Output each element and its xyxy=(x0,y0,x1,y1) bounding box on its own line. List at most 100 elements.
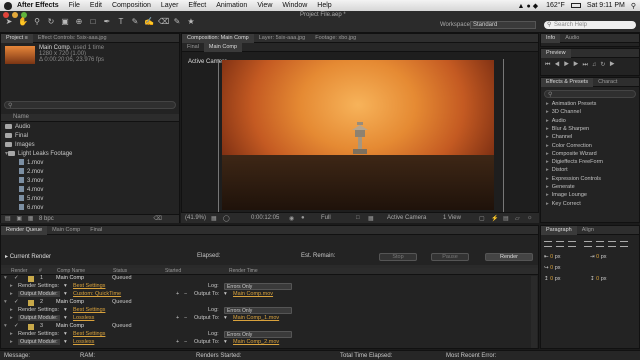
last-frame-icon[interactable]: ⏭ xyxy=(582,62,591,68)
clone-tool-icon[interactable]: ✍ xyxy=(144,17,154,27)
list-item[interactable]: Final xyxy=(5,132,28,141)
apple-icon[interactable] xyxy=(4,1,12,10)
list-item[interactable]: 4.mov xyxy=(19,186,43,195)
tab-info[interactable]: Info xyxy=(541,33,561,43)
list-item[interactable]: 3D Channel xyxy=(546,108,581,116)
pixel-aspect-icon[interactable]: ▢ xyxy=(479,215,485,222)
battery-icon[interactable] xyxy=(570,3,581,8)
disclosure-icon[interactable]: ▸ xyxy=(10,291,13,297)
list-item[interactable]: 1.mov xyxy=(19,159,43,168)
disclosure-icon[interactable]: ▸ xyxy=(10,307,13,313)
menu-edit[interactable]: Edit xyxy=(90,2,102,9)
roto-brush-tool-icon[interactable]: ✎ xyxy=(172,17,182,27)
log-select[interactable]: Errors Only xyxy=(224,283,292,290)
current-time[interactable]: 0:00:12:05 xyxy=(251,215,279,221)
tab-effect-controls[interactable]: Effect Controls: 5six-aaa.jpg xyxy=(33,34,112,43)
label-color-swatch[interactable] xyxy=(28,276,34,282)
magnification-select[interactable]: (41.9%) xyxy=(185,215,206,221)
column-comp-name[interactable]: Comp Name xyxy=(57,268,85,274)
tab-project[interactable]: Project ≡ xyxy=(1,33,33,43)
ram-preview-icon[interactable]: ▶ xyxy=(609,62,618,68)
rotate-tool-icon[interactable]: ↻ xyxy=(46,17,56,27)
add-output-icon[interactable]: + xyxy=(176,315,179,321)
status-icons[interactable]: ▲●◆ xyxy=(518,2,541,10)
subtab-final[interactable]: Final xyxy=(182,43,204,52)
list-item[interactable]: Images xyxy=(5,141,35,150)
exposure-icon[interactable]: ☼ xyxy=(527,215,533,221)
dropdown-icon[interactable]: ▾ xyxy=(64,331,67,337)
column-render-time[interactable]: Render Time xyxy=(229,268,258,274)
list-item[interactable]: Animation Presets xyxy=(546,100,597,108)
timeline-icon[interactable]: ▤ xyxy=(503,215,509,222)
puppet-tool-icon[interactable]: ★ xyxy=(186,17,196,27)
add-output-icon[interactable]: + xyxy=(176,339,179,345)
remove-output-icon[interactable]: − xyxy=(184,339,187,345)
subtab-main-comp[interactable]: Main Comp xyxy=(203,42,243,52)
resolution-select[interactable]: Full xyxy=(321,215,331,221)
list-item[interactable]: 6.mov xyxy=(19,204,43,213)
pause-button[interactable]: Pause xyxy=(431,253,469,261)
render-item-row[interactable]: ▾ ✓ 3 Main Comp Queued xyxy=(0,323,538,331)
label-color-swatch[interactable] xyxy=(28,300,34,306)
disclosure-open-icon[interactable]: ▾ xyxy=(4,323,7,329)
list-item[interactable]: Key Correct xyxy=(546,200,581,208)
render-settings-link[interactable]: Best Settings xyxy=(73,307,105,313)
justify-right-icon[interactable] xyxy=(608,241,616,247)
list-item[interactable]: Distort xyxy=(546,166,568,174)
align-left-icon[interactable] xyxy=(544,241,552,247)
eraser-tool-icon[interactable]: ⌫ xyxy=(158,17,169,27)
mask-tool-icon[interactable]: □ xyxy=(88,17,98,27)
camera-tool-icon[interactable]: ▣ xyxy=(60,17,70,27)
dropdown-icon[interactable]: ▾ xyxy=(64,291,67,297)
brush-tool-icon[interactable]: ✎ xyxy=(130,17,140,27)
snapshot-icon[interactable]: ◉ xyxy=(289,215,294,222)
align-center-icon[interactable] xyxy=(556,241,564,247)
log-select[interactable]: Errors Only xyxy=(224,307,292,314)
list-item[interactable]: Audio xyxy=(546,117,566,125)
fast-previews-icon[interactable]: ⚡ xyxy=(491,215,498,222)
list-item[interactable]: 3.mov xyxy=(19,177,43,186)
spotlight-icon[interactable]: ⚲ xyxy=(631,2,636,10)
selection-tool-icon[interactable]: ➤ xyxy=(4,17,14,27)
flowchart-icon[interactable]: ▱ xyxy=(515,215,520,222)
render-button[interactable]: Render xyxy=(485,253,533,261)
composition-image[interactable] xyxy=(222,60,494,210)
justify-left-icon[interactable] xyxy=(584,241,592,247)
log-select[interactable]: Errors Only xyxy=(224,331,292,338)
output-to-link[interactable]: Main Comp_1.mov xyxy=(233,315,279,321)
trash-icon[interactable]: ⌫ xyxy=(153,216,161,222)
list-item[interactable]: Color Correction xyxy=(546,142,592,150)
tab-layer[interactable]: Layer: 5six-aaa.jpg xyxy=(254,34,310,43)
menu-composition[interactable]: Composition xyxy=(112,2,151,9)
menu-animation[interactable]: Animation xyxy=(216,2,247,9)
tab-paragraph[interactable]: Paragraph xyxy=(541,225,577,235)
project-search-input[interactable]: ⚲ xyxy=(4,101,176,109)
list-item[interactable]: Generate xyxy=(546,183,575,191)
output-to-link[interactable]: Main Comp.mov xyxy=(233,291,273,297)
tab-render-queue[interactable]: Render Queue xyxy=(1,225,48,235)
list-item[interactable]: Image Lounge xyxy=(546,191,587,199)
menu-effect[interactable]: Effect xyxy=(188,2,206,9)
list-item[interactable]: 5.mov xyxy=(19,195,43,204)
first-frame-icon[interactable]: ⏮ xyxy=(545,62,554,68)
column-status[interactable]: Status xyxy=(113,268,127,274)
show-channel-icon[interactable]: ● xyxy=(301,215,305,221)
add-output-icon[interactable]: + xyxy=(176,291,179,297)
list-item[interactable]: Expression Controls xyxy=(546,175,601,183)
space-after-field[interactable]: ↧ 0 px xyxy=(590,276,607,282)
menu-app[interactable]: After Effects xyxy=(17,2,59,9)
list-item[interactable]: 2.mov xyxy=(19,168,43,177)
grid-icon[interactable]: ▦ xyxy=(211,215,217,222)
menu-window[interactable]: Window xyxy=(282,2,307,9)
list-item[interactable]: ▾ Light Leaks Footage xyxy=(5,150,72,159)
zoom-tool-icon[interactable]: ⚲ xyxy=(32,17,42,27)
remove-output-icon[interactable]: − xyxy=(184,291,187,297)
justify-center-icon[interactable] xyxy=(596,241,604,247)
transparency-grid-icon[interactable]: ▦ xyxy=(368,215,374,222)
render-checkbox[interactable]: ✓ xyxy=(14,275,19,281)
region-of-interest-icon[interactable]: □ xyxy=(356,215,360,221)
effects-search-input[interactable]: ⚲ xyxy=(544,90,636,98)
hand-tool-icon[interactable]: ✋ xyxy=(18,17,28,27)
tab-preview[interactable]: Preview xyxy=(541,48,571,58)
column-number[interactable]: # xyxy=(39,268,42,274)
